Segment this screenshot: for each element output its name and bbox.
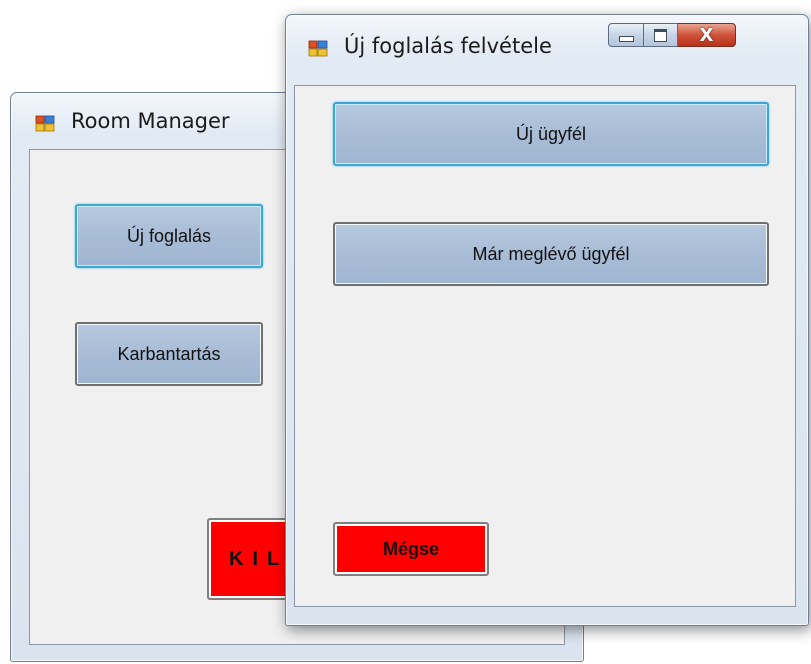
minimize-icon <box>618 36 634 42</box>
room-manager-title: Room Manager <box>71 109 230 133</box>
new-booking-button[interactable]: Új foglalás <box>75 204 263 268</box>
cancel-button[interactable]: Mégse <box>333 522 489 576</box>
maintenance-button[interactable]: Karbantartás <box>75 322 263 386</box>
dialog-title: Új foglalás felvétele <box>344 34 552 58</box>
close-icon: X <box>699 24 714 46</box>
caption-buttons: X <box>608 23 736 47</box>
app-window-icon <box>35 113 55 133</box>
maximize-button[interactable] <box>644 23 678 47</box>
app-window-icon <box>308 38 328 58</box>
new-customer-button[interactable]: Új ügyfél <box>333 102 769 166</box>
close-button[interactable]: X <box>678 23 736 47</box>
new-booking-dialog: Új foglalás felvétele X Új ügyfél Már me… <box>285 14 809 626</box>
minimize-button[interactable] <box>608 23 644 47</box>
maximize-icon <box>654 28 667 42</box>
existing-customer-button[interactable]: Már meglévő ügyfél <box>333 222 769 286</box>
dialog-client-area: Új ügyfél Már meglévő ügyfél Mégse <box>294 85 796 607</box>
